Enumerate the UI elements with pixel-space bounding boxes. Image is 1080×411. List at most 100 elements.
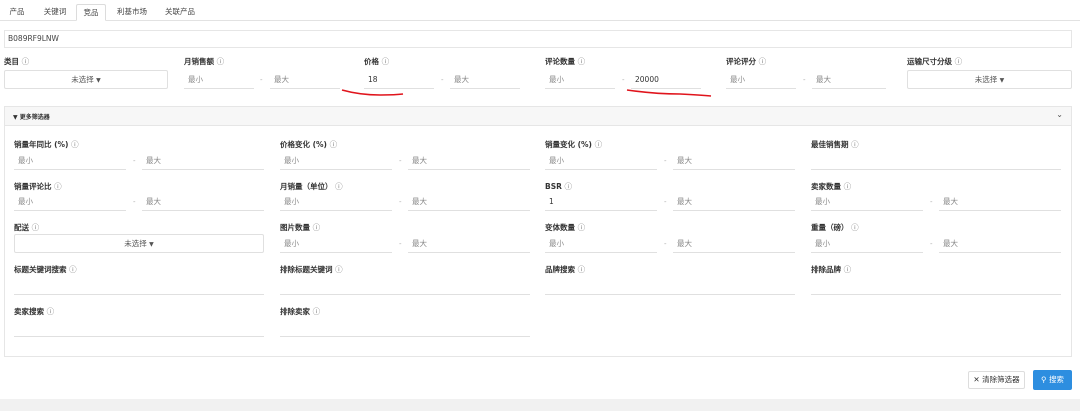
tab-competitors[interactable]: 竞品 [76,4,106,21]
help-icon: ⓘ [381,57,390,66]
sales-change-max[interactable]: 最大 [673,152,795,170]
image-count-max[interactable]: 最大 [408,235,530,253]
seller-count-min[interactable]: 最小 [811,193,923,211]
review-rating-label: 评论评分 ⓘ [726,57,767,66]
help-icon: ⓘ [46,307,55,316]
monthly-units-min[interactable]: 最小 [280,193,392,211]
range-dash: - [441,76,444,84]
brand-search-input[interactable] [545,277,795,295]
help-icon: ⓘ [851,140,859,149]
asin-input[interactable]: B089RF9LNW [4,30,1072,48]
delivery-select[interactable]: 未选择 ▼ [14,234,264,253]
range-dash: - [664,157,667,165]
title-keyword-search-label: 标题关键词搜索 ⓘ [14,265,77,274]
exclude-sellers-label: 排除卖家 ⓘ [280,307,321,316]
seller-count-label: 卖家数量 ⓘ [811,182,852,191]
exclude-title-keywords-input[interactable] [280,277,530,295]
bsr-max[interactable]: 最大 [673,193,795,211]
chevron-down-icon[interactable]: ⌄ [1056,110,1063,119]
variant-count-label: 变体数量 ⓘ [545,223,586,232]
tab-related-products[interactable]: 关联产品 [160,4,200,21]
range-dash: - [133,198,136,206]
best-sales-period-input[interactable] [811,152,1061,170]
image-count-label: 图片数量 ⓘ [280,223,321,232]
caret-down-icon: ▼ [999,77,1005,84]
range-dash: - [930,240,933,248]
review-count-max[interactable]: 20000 [631,71,701,89]
review-rating-min[interactable]: 最小 [726,71,796,89]
range-dash: - [664,240,667,248]
sales-yoy-max[interactable]: 最大 [142,152,264,170]
category-select[interactable]: 未选择 ▼ [4,70,168,89]
bsr-min[interactable]: 1 [545,193,657,211]
footer-bar [0,399,1080,411]
help-icon: ⓘ [312,223,321,232]
sales-change-min[interactable]: 最小 [545,152,657,170]
range-dash: - [930,198,933,206]
help-icon: ⓘ [954,57,963,66]
exclude-brands-input[interactable] [811,277,1061,295]
bsr-label: BSR ⓘ [545,182,573,191]
monthly-units-max[interactable]: 最大 [408,193,530,211]
filter-icon: ▼ [13,114,18,121]
range-dash: - [664,198,667,206]
shipping-size-select[interactable]: 未选择 ▼ [907,70,1072,89]
variant-count-min[interactable]: 最小 [545,235,657,253]
price-change-label: 价格变化 (%) ⓘ [280,140,338,149]
help-icon: ⓘ [31,223,40,232]
seller-count-max[interactable]: 最大 [939,193,1061,211]
tab-products[interactable]: 产品 [5,4,29,21]
monthly-sales-label: 月销售额 ⓘ [184,57,225,66]
exclude-title-keywords-label: 排除标题关键词 ⓘ [280,265,343,274]
help-icon: ⓘ [312,307,321,316]
help-icon: ⓘ [577,223,586,232]
sales-yoy-label: 销量年同比 (%) ⓘ [14,140,79,149]
seller-search-input[interactable] [14,319,264,337]
monthly-sales-max[interactable]: 最大 [270,71,340,89]
review-count-label: 评论数量 ⓘ [545,57,586,66]
range-dash: - [803,76,806,84]
help-icon: ⓘ [329,140,338,149]
more-filters-header[interactable]: ▼ 更多筛选器 ⌄ [5,107,1071,126]
weight-max[interactable]: 最大 [939,235,1061,253]
brand-search-label: 品牌搜索 ⓘ [545,265,586,274]
help-icon: ⓘ [564,182,573,191]
help-icon: ⓘ [335,182,343,191]
price-max[interactable]: 最大 [450,71,520,89]
sales-yoy-min[interactable]: 最小 [14,152,126,170]
image-count-min[interactable]: 最小 [280,235,392,253]
help-icon: ⓘ [577,265,586,274]
caret-down-icon: ▼ [96,77,101,84]
help-icon: ⓘ [843,265,852,274]
sales-review-ratio-max[interactable]: 最大 [142,193,264,211]
weight-min[interactable]: 最小 [811,235,923,253]
search-button[interactable]: ⚲ 搜索 [1033,370,1072,390]
variant-count-max[interactable]: 最大 [673,235,795,253]
help-icon: ⓘ [335,265,343,274]
help-icon: ⓘ [69,265,77,274]
shipping-size-label: 运输尺寸分级 ⓘ [907,57,963,66]
help-icon: ⓘ [577,57,586,66]
caret-down-icon: ▼ [149,241,154,248]
review-count-min[interactable]: 最小 [545,71,615,89]
monthly-sales-min[interactable]: 最小 [184,71,254,89]
tab-niche-market[interactable]: 利基市场 [112,4,152,21]
price-change-max[interactable]: 最大 [408,152,530,170]
review-rating-max[interactable]: 最大 [812,71,886,89]
red-annotation-underline [341,89,404,96]
range-dash: - [399,240,402,248]
sales-review-ratio-min[interactable]: 最小 [14,193,126,211]
price-change-min[interactable]: 最小 [280,152,392,170]
help-icon: ⓘ [21,57,30,66]
tab-keywords[interactable]: 关键词 [40,4,70,21]
close-icon: ✕ [973,375,980,384]
exclude-sellers-input[interactable] [280,319,530,337]
help-icon: ⓘ [216,57,225,66]
help-icon: ⓘ [71,140,79,149]
title-keyword-search-input[interactable] [14,277,264,295]
monthly-units-label: 月销量（单位） ⓘ [280,182,343,191]
best-sales-period-label: 最佳销售期 ⓘ [811,140,859,149]
clear-filters-button[interactable]: ✕ 清除筛选器 [968,371,1025,389]
price-min[interactable]: 18 [364,71,434,89]
help-icon: ⓘ [54,182,62,191]
